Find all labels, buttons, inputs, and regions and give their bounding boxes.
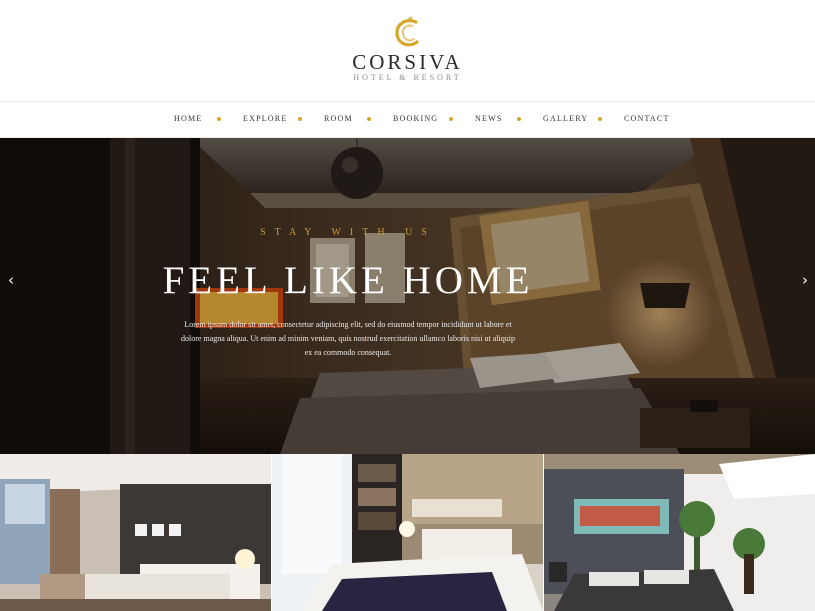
corsiva-c-logo-icon[interactable] bbox=[392, 16, 424, 50]
nav-item-contact[interactable]: CONTACT bbox=[624, 114, 670, 123]
hero-title: FEEL LIKE HOME bbox=[162, 259, 534, 302]
room-gallery bbox=[0, 454, 815, 611]
nav-item-explore[interactable]: EXPLORE bbox=[243, 114, 287, 123]
nav-separator-dot bbox=[517, 117, 521, 121]
nav-item-room[interactable]: ROOM bbox=[324, 114, 353, 123]
hero-kicker: STAY WITH US bbox=[260, 227, 436, 238]
nav-separator-dot bbox=[449, 117, 453, 121]
hero-description: Lorem ipsum dolor sit amet, consectetur … bbox=[181, 320, 515, 357]
nav-item-news[interactable]: NEWS bbox=[475, 114, 502, 123]
hero-slider: STAY WITH US FEEL LIKE HOME Lorem ipsum … bbox=[0, 138, 815, 454]
brand-tagline: HOTEL & RESORT bbox=[353, 73, 462, 82]
modern-white-bedroom-photo bbox=[0, 454, 271, 611]
bedroom-with-padded-headboard-photo bbox=[544, 454, 815, 611]
nav-separator-dot bbox=[298, 117, 302, 121]
nav-item-gallery[interactable]: GALLERY bbox=[543, 114, 588, 123]
gallery-tile[interactable] bbox=[544, 454, 815, 611]
nav-separator-dot bbox=[598, 117, 602, 121]
site-header: CORSIVA HOTEL & RESORT bbox=[0, 0, 815, 101]
gallery-tile[interactable] bbox=[272, 454, 543, 611]
nav-item-home[interactable]: HOME bbox=[174, 114, 202, 123]
brand-name[interactable]: CORSIVA bbox=[0, 50, 815, 75]
nav-separator-dot bbox=[367, 117, 371, 121]
bright-bedroom-with-bookshelf-photo bbox=[272, 454, 543, 611]
chevron-right-icon[interactable]: › bbox=[798, 273, 812, 288]
nav-item-booking[interactable]: BOOKING bbox=[393, 114, 438, 123]
nav-separator-dot bbox=[217, 117, 221, 121]
gallery-tile[interactable] bbox=[0, 454, 271, 611]
chevron-left-icon[interactable]: ‹ bbox=[4, 273, 18, 288]
main-navigation: HOME EXPLORE ROOM BOOKING NEWS GALLERY C… bbox=[0, 101, 815, 138]
